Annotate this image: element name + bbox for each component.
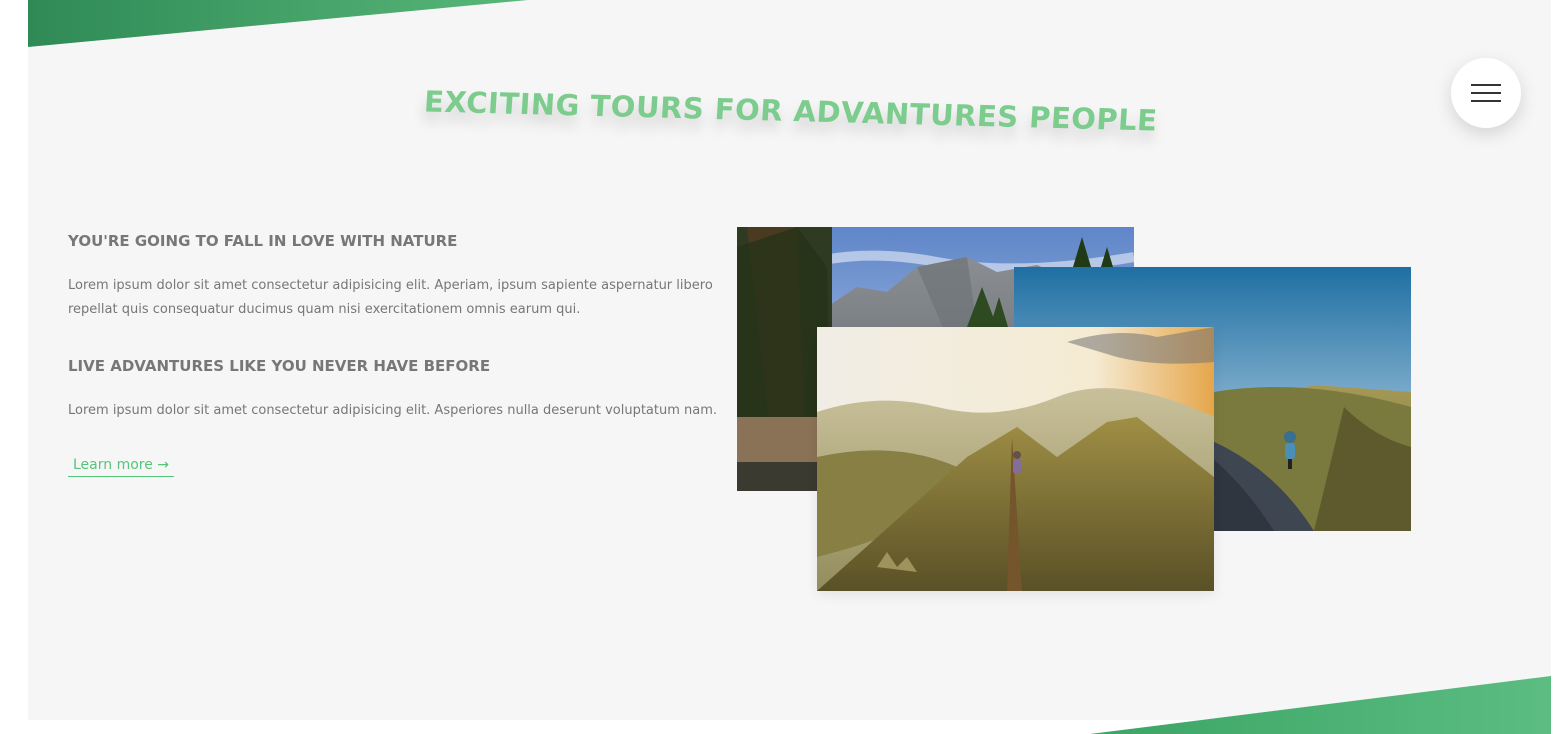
header-wedge-decoration xyxy=(28,0,528,47)
feature-2-paragraph: Lorem ipsum dolor sit amet consectetur a… xyxy=(68,403,718,418)
page: EXCITING TOURS FOR ADVANTURES PEOPLE YOU… xyxy=(0,0,1558,734)
feature-1-paragraph: Lorem ipsum dolor sit amet consectetur a… xyxy=(68,278,713,317)
navigation-menu-button[interactable] xyxy=(1451,58,1521,128)
footer-wedge-decoration xyxy=(1090,676,1551,734)
learn-more-link[interactable]: Learn more → xyxy=(68,457,175,477)
hamburger-icon xyxy=(1471,84,1501,102)
feature-1-heading: YOU'RE GOING TO FALL IN LOVE WITH NATURE xyxy=(68,232,458,250)
photo-hiker-ridge[interactable] xyxy=(817,327,1214,591)
feature-2-heading: LIVE ADVANTURES LIKE YOU NEVER HAVE BEFO… xyxy=(68,357,491,375)
